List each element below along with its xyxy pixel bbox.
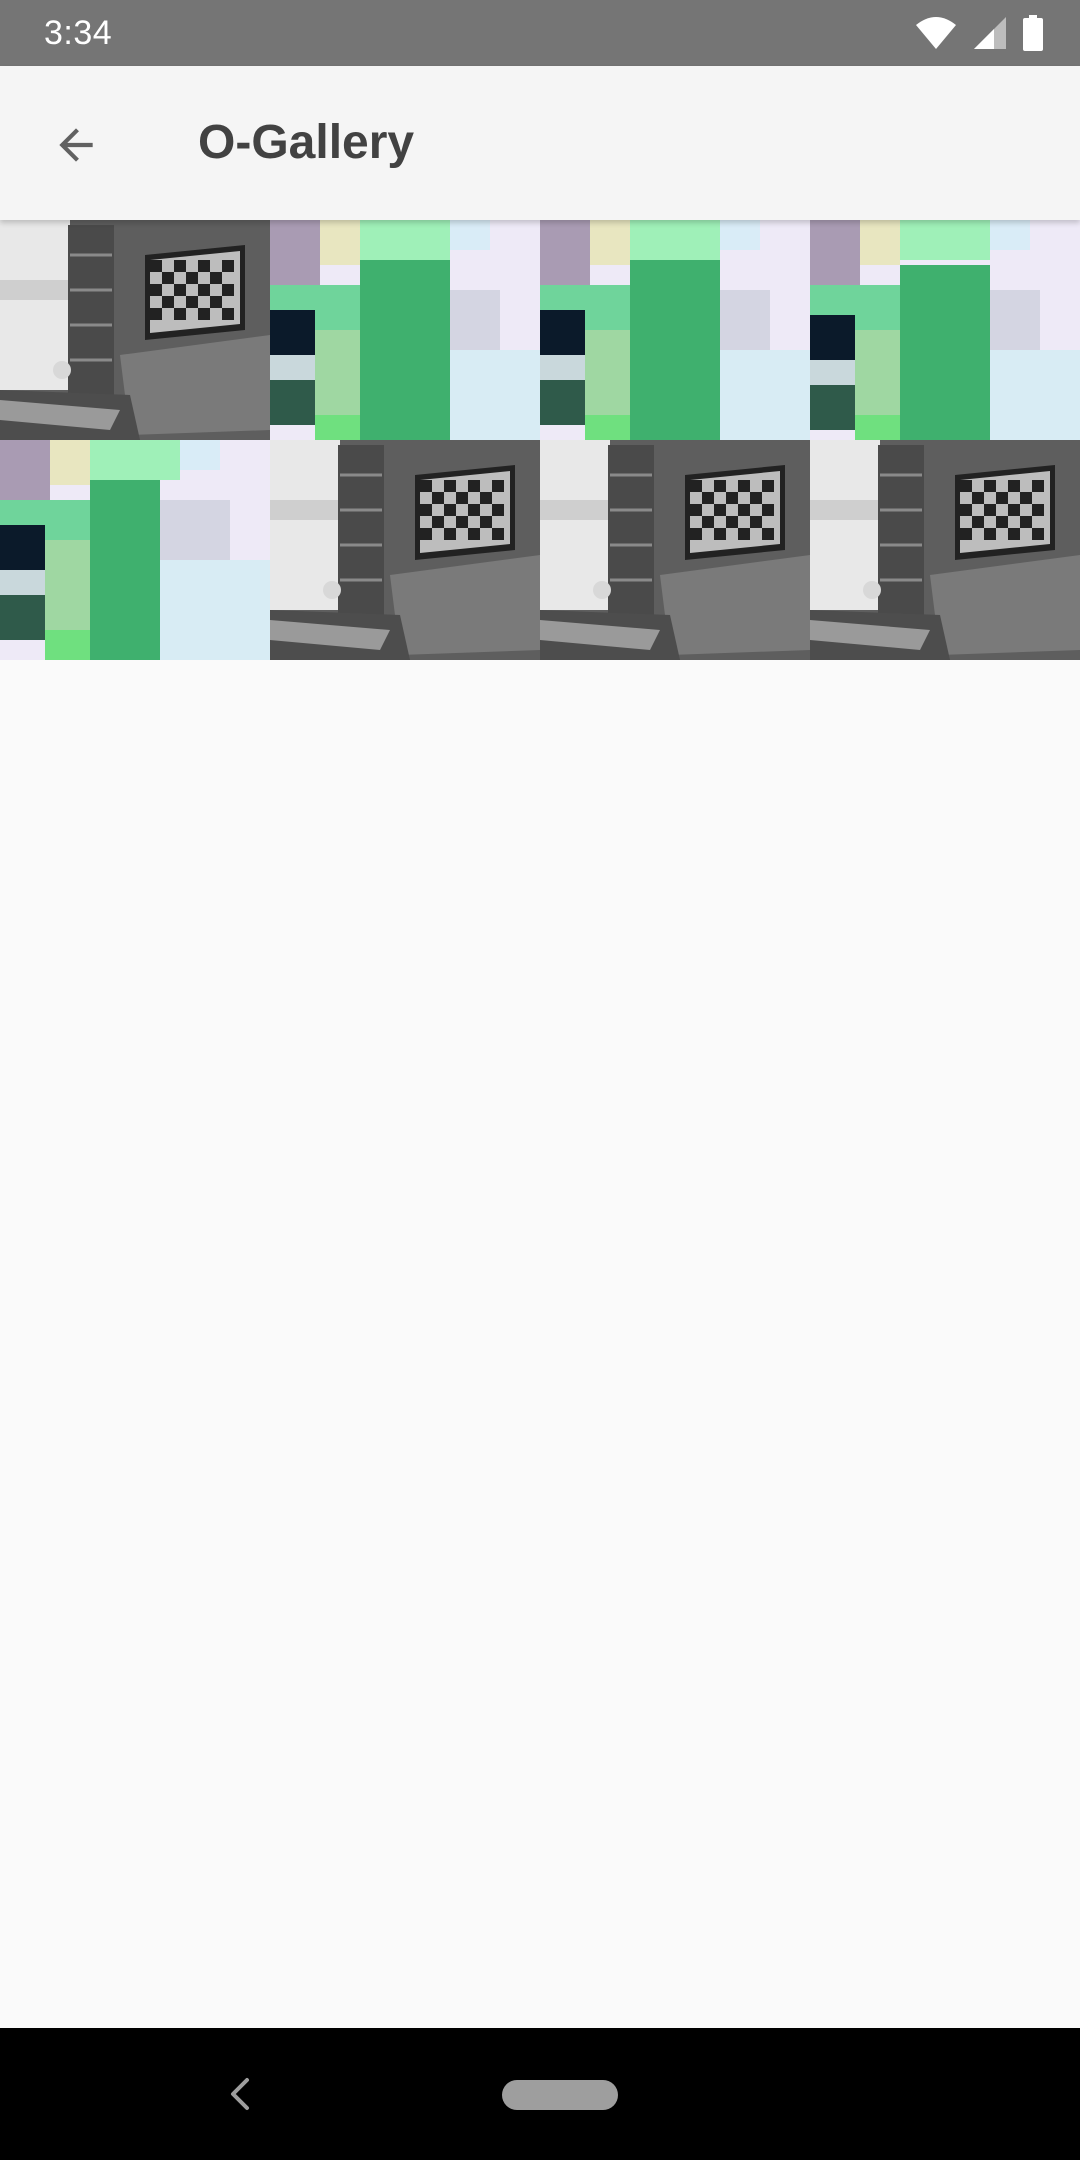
room-photo-thumbnail [540,440,810,660]
nav-back-button[interactable] [210,2064,270,2124]
room-photo-thumbnail [0,220,270,440]
page-title: O-Gallery [198,116,415,169]
back-button[interactable] [36,105,116,185]
battery-icon [1023,15,1043,51]
room-photo-thumbnail [270,440,540,660]
status-icons [900,15,1044,51]
gallery-item[interactable] [540,440,810,660]
cell-signal-icon [974,17,1006,49]
gallery-item[interactable] [0,440,270,660]
color-blocks-thumbnail [0,440,270,660]
gallery-item[interactable] [810,440,1080,660]
nav-back-icon [231,2078,249,2110]
status-time: 3:34 [44,14,113,52]
color-blocks-thumbnail [270,220,540,440]
status-bar: 3:34 [0,0,1080,66]
gallery-item[interactable] [270,220,540,440]
color-blocks-thumbnail [540,220,810,440]
room-photo-thumbnail [810,440,1080,660]
color-blocks-thumbnail [810,220,1080,440]
gallery-item[interactable] [810,220,1080,440]
app-bar: O-Gallery [0,66,1080,220]
home-pill-icon[interactable] [502,2080,618,2110]
gallery-item[interactable] [270,440,540,660]
wifi-icon [916,17,956,49]
system-nav-bar [0,2028,1080,2160]
gallery-item[interactable] [540,220,810,440]
gallery-item[interactable] [0,220,270,440]
arrow-back-icon [59,128,93,162]
gallery-grid [0,220,1080,660]
